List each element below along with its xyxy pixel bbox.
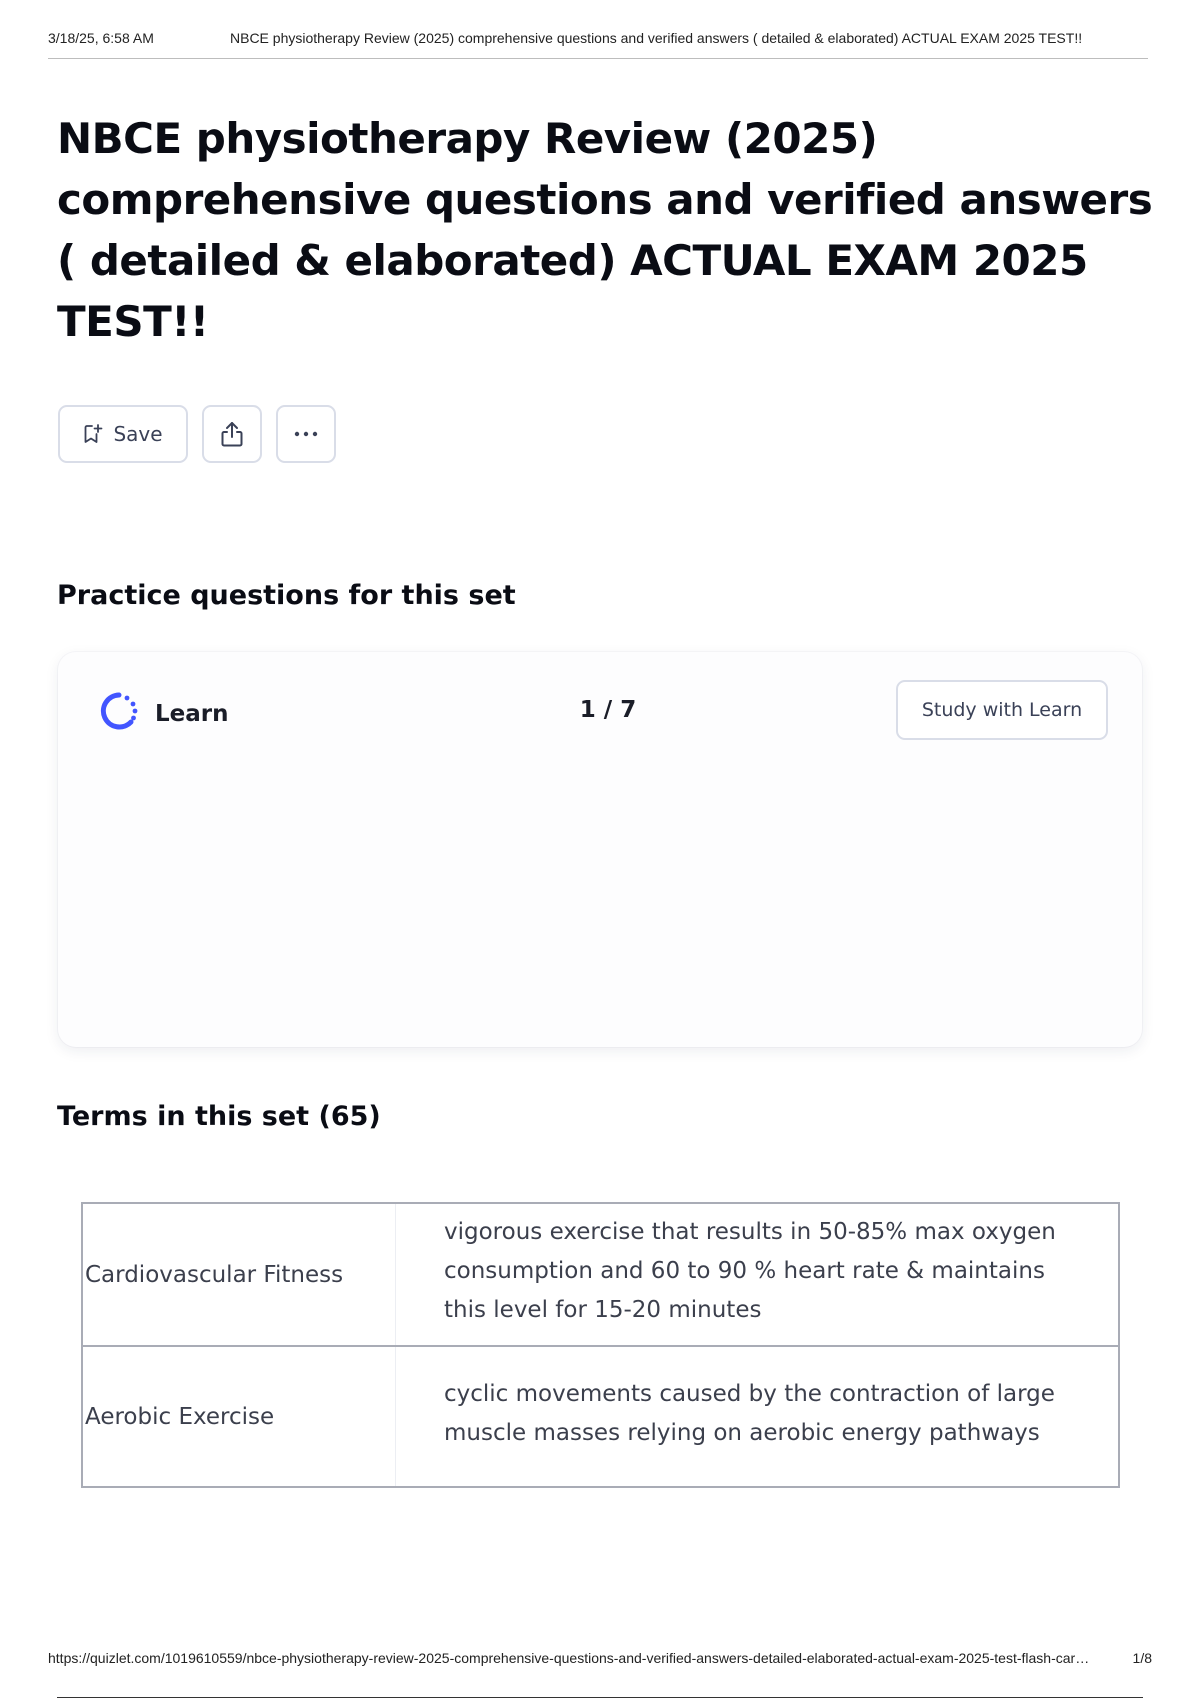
- print-header: 3/18/25, 6:58 AM NBCE physiotherapy Revi…: [48, 30, 1148, 59]
- print-url: https://quizlet.com/1019610559/nbce-phys…: [48, 1650, 1093, 1666]
- save-label: Save: [113, 422, 163, 446]
- bookmark-add-icon: [83, 423, 103, 445]
- term-cell: Cardiovascular Fitness: [82, 1203, 396, 1346]
- learn-practice-card: Learn 1 / 7 Study with Learn: [58, 652, 1142, 1047]
- practice-questions-heading: Practice questions for this set: [57, 580, 516, 611]
- table-row: Cardiovascular Fitness vigorous exercise…: [82, 1203, 1119, 1346]
- print-document-title: NBCE physiotherapy Review (2025) compreh…: [230, 30, 1083, 46]
- learn-label: Learn: [155, 700, 229, 727]
- question-progress: 1 / 7: [579, 697, 637, 723]
- print-date: 3/18/25, 6:58 AM: [48, 30, 154, 46]
- terms-heading: Terms in this set (65): [57, 1101, 381, 1132]
- footer-divider: [57, 1697, 1143, 1698]
- page-title: NBCE physiotherapy Review (2025) compreh…: [57, 114, 1153, 346]
- share-button[interactable]: [202, 405, 262, 463]
- print-page-number: 1/8: [1132, 1650, 1152, 1666]
- definition-cell: cyclic movements caused by the contracti…: [444, 1380, 1055, 1446]
- table-row: Aerobic Exercise cyclic movements caused…: [82, 1346, 1119, 1487]
- more-options-button[interactable]: [276, 405, 336, 463]
- more-horizontal-icon: [292, 430, 320, 438]
- study-with-learn-button[interactable]: Study with Learn: [896, 680, 1108, 740]
- terms-table: Cardiovascular Fitness vigorous exercise…: [81, 1202, 1120, 1488]
- share-icon: [219, 420, 245, 448]
- save-button[interactable]: Save: [58, 405, 188, 463]
- learn-progress-icon: [98, 690, 140, 737]
- definition-cell: vigorous exercise that results in 50-85%…: [444, 1219, 1056, 1323]
- learn-mode-header: Learn: [98, 690, 229, 737]
- set-actions: Save: [58, 405, 336, 463]
- term-cell: Aerobic Exercise: [82, 1346, 396, 1487]
